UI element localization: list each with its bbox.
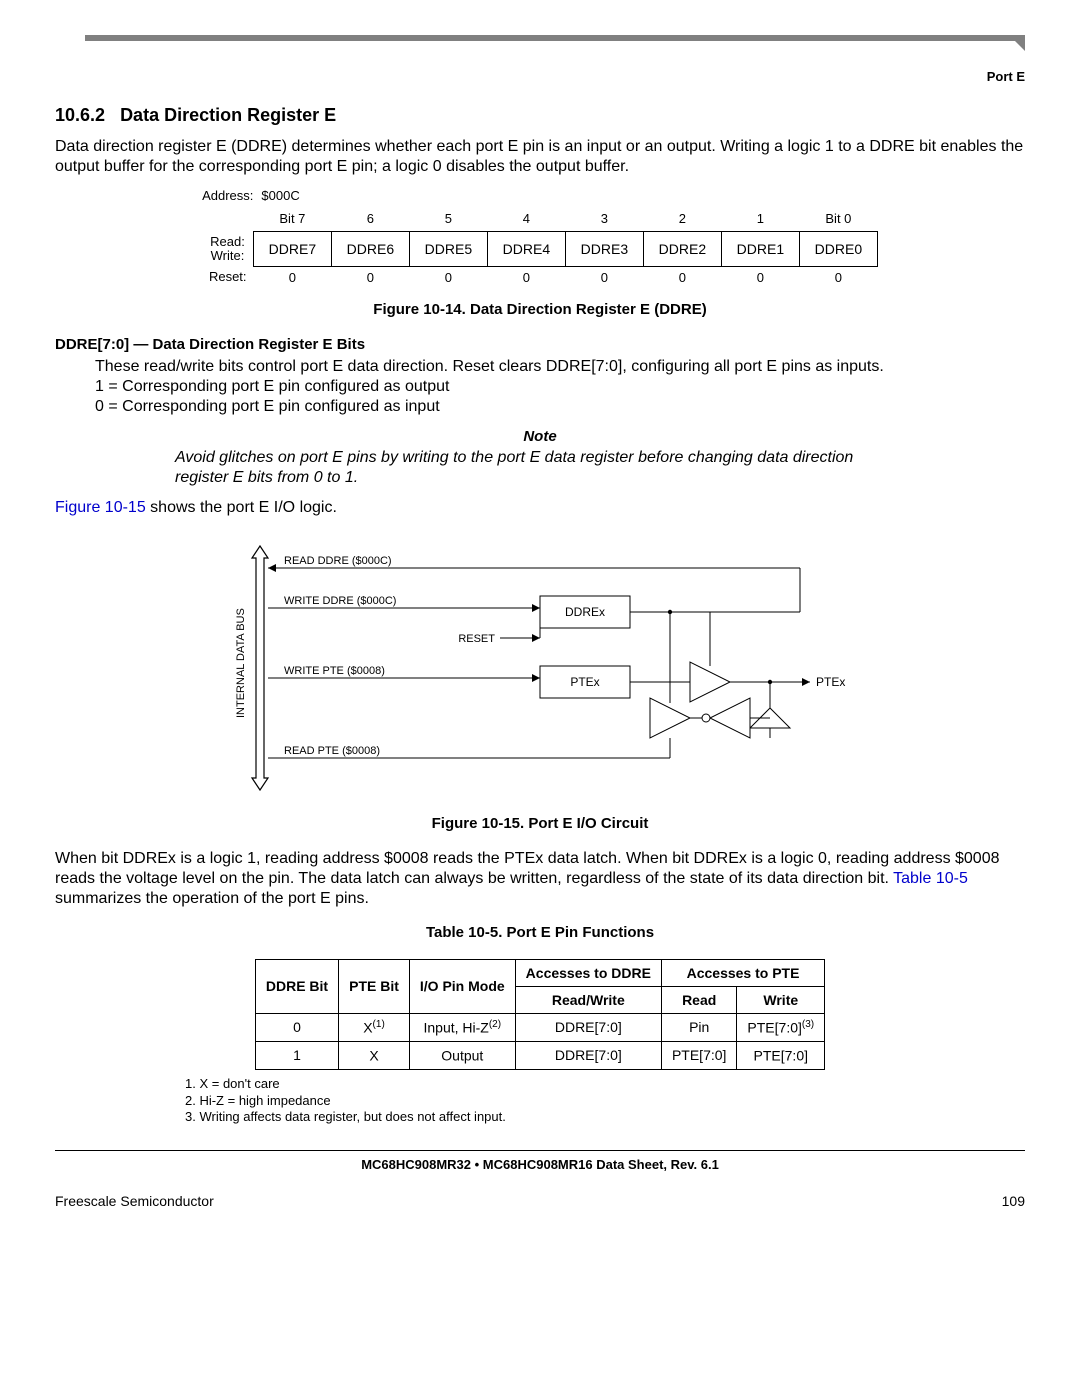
bit-header: 5 — [409, 208, 487, 231]
footer-page-number: 109 — [1002, 1192, 1025, 1210]
svg-text:WRITE DDRE ($000C): WRITE DDRE ($000C) — [284, 595, 396, 607]
reg-field: DDRE4 — [487, 232, 565, 267]
top-rule — [85, 35, 1025, 41]
section-title: Data Direction Register E — [120, 105, 336, 125]
col-acc-ddre: Accesses to DDRE — [515, 959, 661, 986]
table-notes: 1. X = don't care 2. Hi-Z = high impedan… — [185, 1076, 1025, 1127]
reset-val: 0 — [643, 266, 721, 289]
field-desc-line0: 0 = Corresponding port E pin configured … — [95, 397, 1025, 417]
reg-field: DDRE5 — [409, 232, 487, 267]
pin-functions-table: DDRE Bit PTE Bit I/O Pin Mode Accesses t… — [255, 959, 825, 1070]
table-row: 1 X Output DDRE[7:0] PTE[7:0] PTE[7:0] — [255, 1041, 824, 1069]
figure-14-caption: Figure 10-14. Data Direction Register E … — [55, 300, 1025, 320]
col-rw: Read/Write — [515, 986, 661, 1013]
reg-field: DDRE7 — [253, 232, 331, 267]
col-acc-pte: Accesses to PTE — [661, 959, 824, 986]
reg-field: DDRE3 — [565, 232, 643, 267]
note-label: Note — [55, 427, 1025, 447]
bit-header: 4 — [487, 208, 565, 231]
table-10-5-link[interactable]: Table 10-5 — [893, 870, 968, 887]
address-value: $000C — [253, 185, 331, 208]
footer-doc-title: MC68HC908MR32 • MC68HC908MR16 Data Sheet… — [55, 1157, 1025, 1174]
bus-label: INTERNAL DATA BUS — [235, 608, 247, 718]
port-header: Port E — [55, 69, 1025, 86]
reset-val: 0 — [409, 266, 487, 289]
svg-text:DDREx: DDREx — [565, 605, 605, 619]
write-label: Write: — [211, 248, 245, 263]
reset-label: Reset: — [202, 266, 253, 289]
register-table: Address: $000C Bit 7 6 5 4 3 2 1 Bit 0 R… — [202, 185, 878, 289]
bit-header: Bit 0 — [799, 208, 877, 231]
svg-text:PTEx: PTEx — [570, 675, 599, 689]
figure-15-intro: Figure 10-15 shows the port E I/O logic. — [55, 498, 1025, 518]
bit-header: 1 — [721, 208, 799, 231]
reg-field: DDRE0 — [799, 232, 877, 267]
section-heading: 10.6.2 Data Direction Register E — [55, 104, 1025, 127]
svg-text:READ PTE ($0008): READ PTE ($0008) — [284, 745, 380, 757]
reset-val: 0 — [565, 266, 643, 289]
reg-field: DDRE1 — [721, 232, 799, 267]
address-label: Address: — [202, 185, 253, 208]
table-row: 0 X(1) Input, Hi-Z(2) DDRE[7:0] Pin PTE[… — [255, 1013, 824, 1041]
reg-field: DDRE6 — [331, 232, 409, 267]
field-desc-title: DDRE[7:0] — Data Direction Register E Bi… — [55, 335, 1025, 355]
reg-field: DDRE2 — [643, 232, 721, 267]
bit-header: 6 — [331, 208, 409, 231]
bit-header: 2 — [643, 208, 721, 231]
read-label: Read: — [210, 234, 245, 249]
section-intro: Data direction register E (DDRE) determi… — [55, 137, 1025, 177]
col-write: Write — [737, 986, 825, 1013]
col-read: Read — [661, 986, 736, 1013]
col-ddre-bit: DDRE Bit — [255, 959, 338, 1013]
reset-val: 0 — [487, 266, 565, 289]
field-desc-line1: 1 = Corresponding port E pin configured … — [95, 377, 1025, 397]
io-circuit-diagram: INTERNAL DATA BUS READ DDRE ($000C) WRIT… — [230, 538, 850, 804]
svg-text:READ DDRE ($000C): READ DDRE ($000C) — [284, 555, 392, 567]
reset-val: 0 — [721, 266, 799, 289]
reset-val: 0 — [253, 266, 331, 289]
footer-company: Freescale Semiconductor — [55, 1192, 214, 1210]
col-io-mode: I/O Pin Mode — [409, 959, 515, 1013]
figure-15-caption: Figure 10-15. Port E I/O Circuit — [55, 814, 1025, 834]
reset-val: 0 — [799, 266, 877, 289]
field-desc-para: These read/write bits control port E dat… — [95, 357, 1025, 377]
bit-header: Bit 7 — [253, 208, 331, 231]
note-body: Avoid glitches on port E pins by writing… — [175, 448, 905, 488]
reset-val: 0 — [331, 266, 409, 289]
svg-text:WRITE PTE ($0008): WRITE PTE ($0008) — [284, 665, 385, 677]
svg-text:RESET: RESET — [458, 633, 495, 645]
section-number: 10.6.2 — [55, 105, 105, 125]
figure-15-link[interactable]: Figure 10-15 — [55, 499, 146, 516]
para-after-fig15: When bit DDREx is a logic 1, reading add… — [55, 849, 1025, 909]
svg-text:PTEx: PTEx — [816, 675, 845, 689]
table-10-5-caption: Table 10-5. Port E Pin Functions — [55, 923, 1025, 943]
bit-header: 3 — [565, 208, 643, 231]
col-pte-bit: PTE Bit — [339, 959, 410, 1013]
